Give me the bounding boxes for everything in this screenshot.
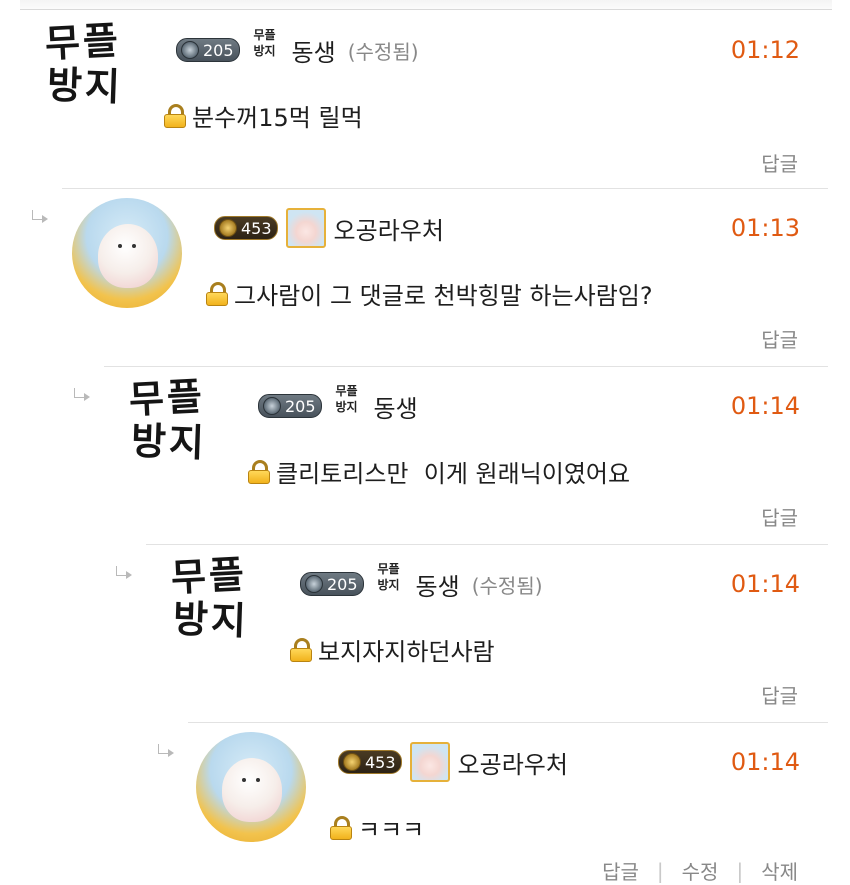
gray-gem-icon [305, 575, 323, 593]
comment-text: ㅋㅋㅋ [330, 810, 424, 845]
comment-divider [62, 188, 828, 189]
comment-item: 453 오공라우처 01:13 그사람이 그 댓글로 천박힝말 하는사람임? 답… [0, 188, 850, 366]
comment-actions: 답글 [761, 680, 798, 709]
nickname-link[interactable]: 오공라우처 [458, 745, 568, 780]
comment-item: 무플 방지 205 무플 방지 동생 (수정됨) 01:14 보지자지하던사람 … [0, 544, 850, 722]
calligraphy-avatar[interactable]: 무플 방지 [122, 373, 212, 476]
comment-header: 453 오공라우처 [338, 742, 580, 782]
lock-icon [206, 281, 228, 306]
mini-avatar: 무플 방지 [377, 562, 400, 592]
comment-text: 보지자지하던사람 [290, 632, 495, 667]
comment-divider [188, 722, 828, 723]
rabbit-avatar[interactable] [72, 198, 182, 308]
comment-header: 453 오공라우처 [214, 208, 456, 248]
calligraphy-avatar[interactable]: 무플 방지 [38, 17, 128, 120]
reply-button[interactable]: 답글 [761, 148, 798, 177]
gray-gem-icon [263, 397, 281, 415]
timestamp: 01:13 [730, 214, 800, 242]
reply-arrow-icon [154, 744, 176, 758]
lock-icon [290, 637, 312, 662]
comment-divider [104, 366, 828, 367]
mini-avatar: 무플 방지 [253, 28, 276, 58]
mini-rabbit-avatar [409, 742, 450, 782]
nickname-link[interactable]: 동생 [292, 33, 336, 68]
action-divider: | [656, 858, 664, 883]
lock-icon [248, 459, 270, 484]
gold-gem-icon [219, 219, 237, 237]
comment-header: 205 무플 방지 동생 (수정됨) [300, 562, 543, 604]
reply-button[interactable]: 답글 [761, 324, 798, 353]
comment-actions: 답글 [761, 324, 798, 353]
lock-icon [164, 103, 186, 128]
mini-rabbit-avatar [285, 208, 326, 248]
comment-text: 클리토리스만 이게 원래닉이였어요 [248, 454, 630, 489]
rabbit-avatar[interactable] [196, 732, 306, 842]
reply-arrow-icon [112, 566, 134, 580]
timestamp: 01:14 [730, 748, 800, 776]
edited-label: (수정됨) [471, 573, 543, 598]
comment-item: 무플 방지 205 무플 방지 동생 01:14 클리토리스만 이게 원래닉이였… [0, 366, 850, 544]
gray-gem-icon [181, 41, 199, 59]
comment-item: 무플 방지 205 무플 방지 동생 (수정됨) 01:12 분수꺼15먹 릴먹… [0, 10, 850, 188]
comment-header: 205 무플 방지 동생 [258, 384, 430, 426]
level-badge: 205 [258, 394, 322, 418]
level-badge: 453 [214, 216, 278, 240]
calligraphy-avatar[interactable]: 무플 방지 [164, 551, 254, 654]
comment-actions: 답글 [761, 148, 798, 177]
action-divider: | [736, 858, 744, 883]
reply-arrow-icon [70, 388, 92, 402]
level-badge: 205 [300, 572, 364, 596]
reply-button[interactable]: 답글 [761, 502, 798, 531]
gold-gem-icon [343, 753, 361, 771]
edited-label: (수정됨) [347, 39, 419, 64]
nickname-link[interactable]: 동생 [416, 567, 460, 602]
nickname-link[interactable]: 오공라우처 [334, 211, 444, 246]
nickname-link[interactable]: 동생 [374, 389, 418, 424]
timestamp: 01:14 [730, 392, 800, 420]
comment-header: 205 무플 방지 동생 (수정됨) [176, 28, 419, 70]
reply-arrow-icon [28, 210, 50, 224]
level-badge: 205 [176, 38, 240, 62]
comment-text: 분수꺼15먹 릴먹 [164, 98, 363, 133]
timestamp: 01:12 [730, 36, 800, 64]
comment-actions: 답글 [761, 502, 798, 531]
top-divider [20, 0, 832, 10]
comment-item: 453 오공라우처 01:14 ㅋㅋㅋ 답글 | 수정 | 삭제 [0, 722, 850, 884]
level-badge: 453 [338, 750, 402, 774]
comment-text: 그사람이 그 댓글로 천박힝말 하는사람임? [206, 276, 653, 311]
comment-divider [146, 544, 828, 545]
reply-button[interactable]: 답글 [761, 680, 798, 709]
timestamp: 01:14 [730, 570, 800, 598]
lock-icon [330, 815, 352, 840]
mini-avatar: 무플 방지 [335, 384, 358, 414]
